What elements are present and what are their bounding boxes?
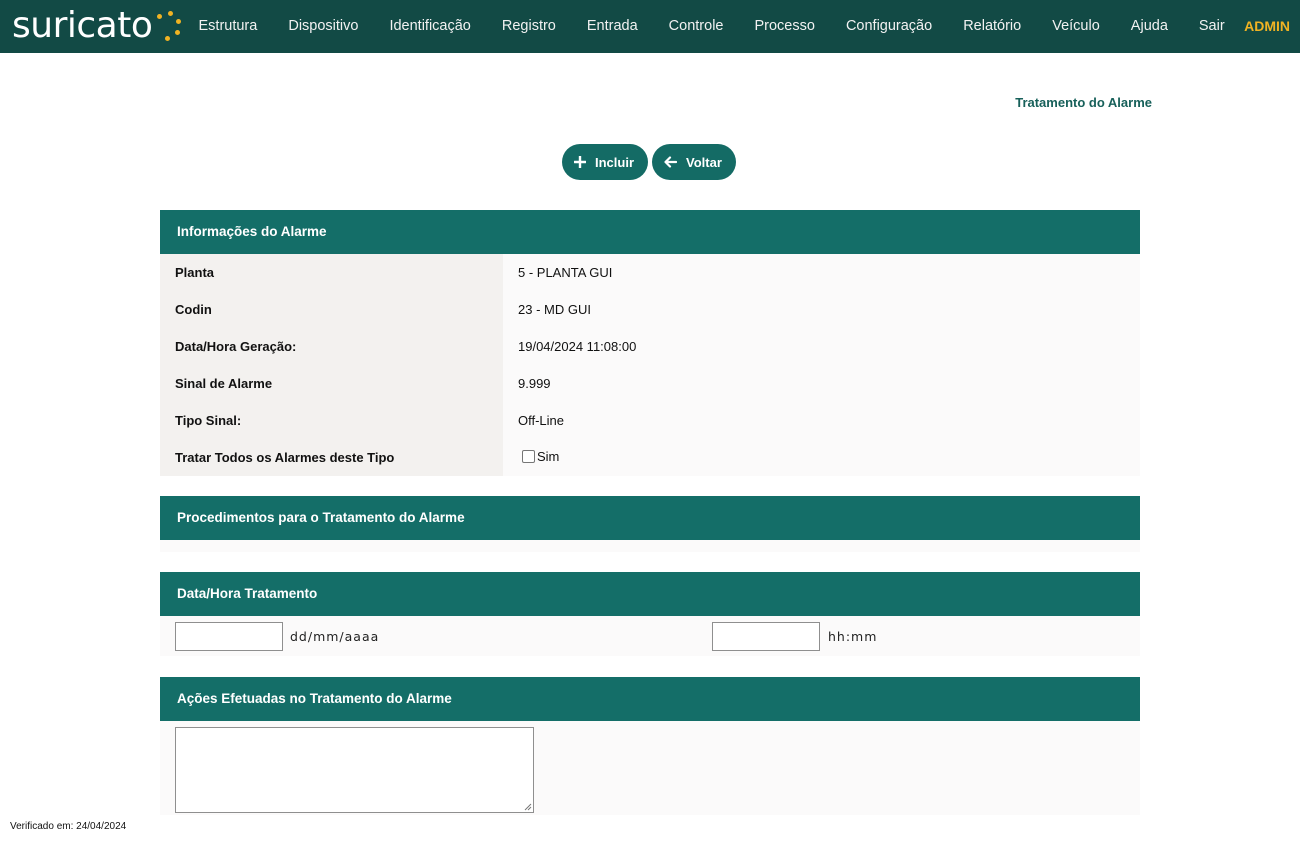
field-value: Off-Line [503, 402, 1140, 439]
table-row: Tratar Todos os Alarmes deste Tipo Sim [160, 439, 1140, 476]
treat-all-checkbox-label[interactable]: Sim [537, 449, 559, 464]
alarm-info-panel: Informações do Alarme Planta 5 - PLANTA … [160, 210, 1140, 476]
field-label: Planta [160, 254, 503, 291]
top-navbar: suricato Estrutura Dispositivo Identific… [0, 0, 1300, 53]
alarm-info-table: Planta 5 - PLANTA GUI Codin 23 - MD GUI … [160, 254, 1140, 476]
menu-registro[interactable]: Registro [486, 0, 571, 53]
table-row: Sinal de Alarme 9.999 [160, 365, 1140, 402]
actions-textarea[interactable] [175, 727, 534, 813]
field-value: 9.999 [503, 365, 1140, 402]
menu-sair[interactable]: Sair [1183, 0, 1240, 53]
back-button[interactable]: Voltar [652, 144, 736, 180]
plus-icon [574, 156, 586, 168]
field-label: Sinal de Alarme [160, 365, 503, 402]
logo-dots-icon [153, 6, 183, 46]
current-user[interactable]: ADMIN [1244, 0, 1290, 53]
table-row: Tipo Sinal: Off-Line [160, 402, 1140, 439]
logo-text: suricato [12, 5, 153, 46]
field-value: 23 - MD GUI [503, 291, 1140, 328]
date-format-hint: dd/mm/aaaa [290, 629, 380, 644]
menu-processo[interactable]: Processo [739, 0, 830, 53]
field-value: 5 - PLANTA GUI [503, 254, 1140, 291]
menu-configuracao[interactable]: Configuração [830, 0, 947, 53]
date-input[interactable] [175, 622, 283, 651]
back-button-label: Voltar [686, 154, 722, 170]
field-label: Tratar Todos os Alarmes deste Tipo [160, 439, 503, 476]
field-value: Sim [503, 439, 1140, 476]
menu-ajuda[interactable]: Ajuda [1115, 0, 1183, 53]
menu-dispositivo[interactable]: Dispositivo [273, 0, 374, 53]
menu-entrada[interactable]: Entrada [571, 0, 653, 53]
field-label: Data/Hora Geração: [160, 328, 503, 365]
action-toolbar: Incluir Voltar [562, 144, 736, 180]
add-button-label: Incluir [595, 154, 635, 170]
treatment-datetime-panel: Data/Hora Tratamento dd/mm/aaaa hh:mm [160, 572, 1140, 656]
field-label: Tipo Sinal: [160, 402, 503, 439]
actions-performed-panel: Ações Efetuadas no Tratamento do Alarme [160, 677, 1140, 815]
table-row: Data/Hora Geração: 19/04/2024 11:08:00 [160, 328, 1140, 365]
page-title: Tratamento do Alarme [1015, 95, 1152, 110]
resize-handle-icon[interactable] [524, 803, 532, 811]
menu-estrutura[interactable]: Estrutura [183, 0, 273, 53]
treat-all-checkbox[interactable] [522, 450, 535, 463]
treat-all-option: Sim [518, 449, 559, 464]
time-format-hint: hh:mm [828, 629, 878, 644]
procedures-header: Procedimentos para o Tratamento do Alarm… [160, 496, 1140, 540]
arrow-left-icon [664, 156, 678, 168]
datetime-row: dd/mm/aaaa hh:mm [160, 616, 1140, 656]
menu-veiculo[interactable]: Veículo [1037, 0, 1116, 53]
add-button[interactable]: Incluir [562, 144, 649, 180]
verified-date: Verificado em: 24/04/2024 [10, 821, 127, 832]
treatment-datetime-header: Data/Hora Tratamento [160, 572, 1140, 616]
main-menu: Estrutura Dispositivo Identificação Regi… [183, 0, 1240, 53]
actions-performed-header: Ações Efetuadas no Tratamento do Alarme [160, 677, 1140, 721]
field-value: 19/04/2024 11:08:00 [503, 328, 1140, 365]
menu-controle[interactable]: Controle [653, 0, 739, 53]
actions-performed-body [160, 721, 1140, 815]
alarm-info-header: Informações do Alarme [160, 210, 1140, 254]
table-row: Codin 23 - MD GUI [160, 291, 1140, 328]
suricato-logo[interactable]: suricato [12, 4, 183, 48]
field-label: Codin [160, 291, 503, 328]
procedures-panel: Procedimentos para o Tratamento do Alarm… [160, 496, 1140, 552]
menu-relatorio[interactable]: Relatório [948, 0, 1037, 53]
table-row: Planta 5 - PLANTA GUI [160, 254, 1140, 291]
time-input[interactable] [712, 622, 820, 651]
procedures-body [160, 540, 1140, 552]
menu-identificacao[interactable]: Identificação [374, 0, 486, 53]
